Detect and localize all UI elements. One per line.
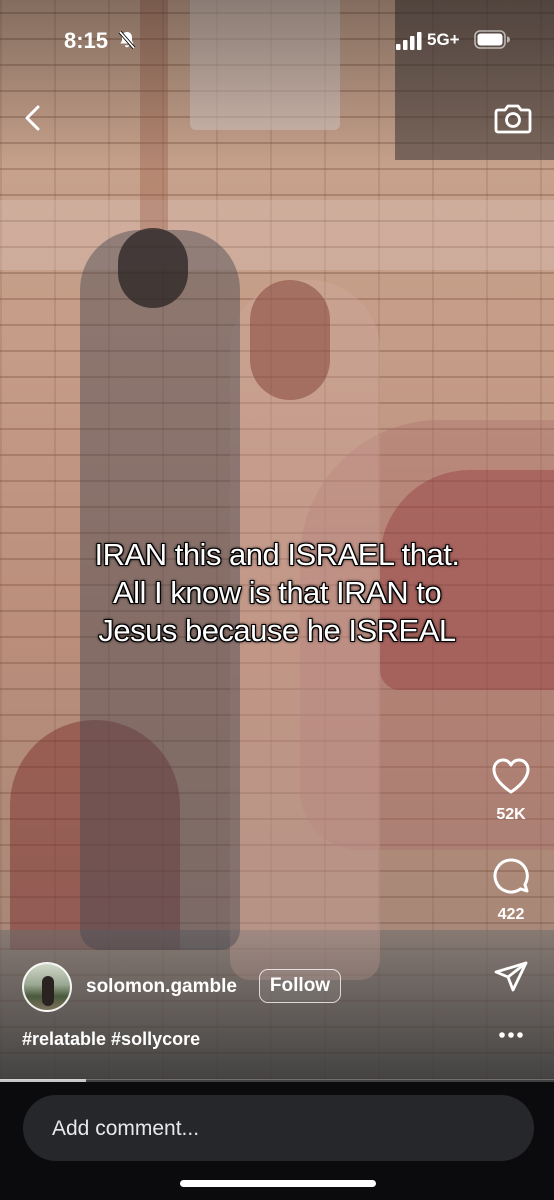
video-person-left-head [118,228,188,308]
top-gradient [0,0,554,170]
signal-icon [396,32,422,50]
back-icon[interactable] [18,102,50,134]
bell-muted-icon [118,30,136,50]
home-indicator [180,1180,376,1187]
caption-text: IRAN this and ISRAEL that. All I know is… [94,537,460,648]
likes-count: 52K [496,806,526,823]
video-wall-band [0,200,554,270]
camera-icon[interactable] [494,101,532,135]
comment-icon[interactable] [491,856,531,896]
avatar[interactable] [22,962,72,1012]
network-type: 5G+ [427,30,460,49]
username[interactable]: solomon.gamble [86,976,237,998]
comments-count: 422 [497,906,525,923]
more-icon[interactable] [497,1030,525,1040]
video-person-right-head [250,280,330,400]
heart-icon[interactable] [490,756,532,796]
avatar-figure [42,976,54,1006]
comment-placeholder: Add comment... [52,1117,200,1140]
status-time: 8:15 [64,28,109,53]
video-caption: IRAN this and ISRAEL that. All I know is… [20,536,534,650]
share-icon[interactable] [493,960,529,996]
bottom-gradient [0,930,554,1080]
reel-screen: 8:15 5G+ IRAN this and ISRAEL that. All … [0,0,554,1200]
battery-icon [474,30,510,49]
post-hashtags[interactable]: #relatable #sollycore [22,1029,200,1050]
follow-button[interactable]: Follow [259,969,341,1003]
